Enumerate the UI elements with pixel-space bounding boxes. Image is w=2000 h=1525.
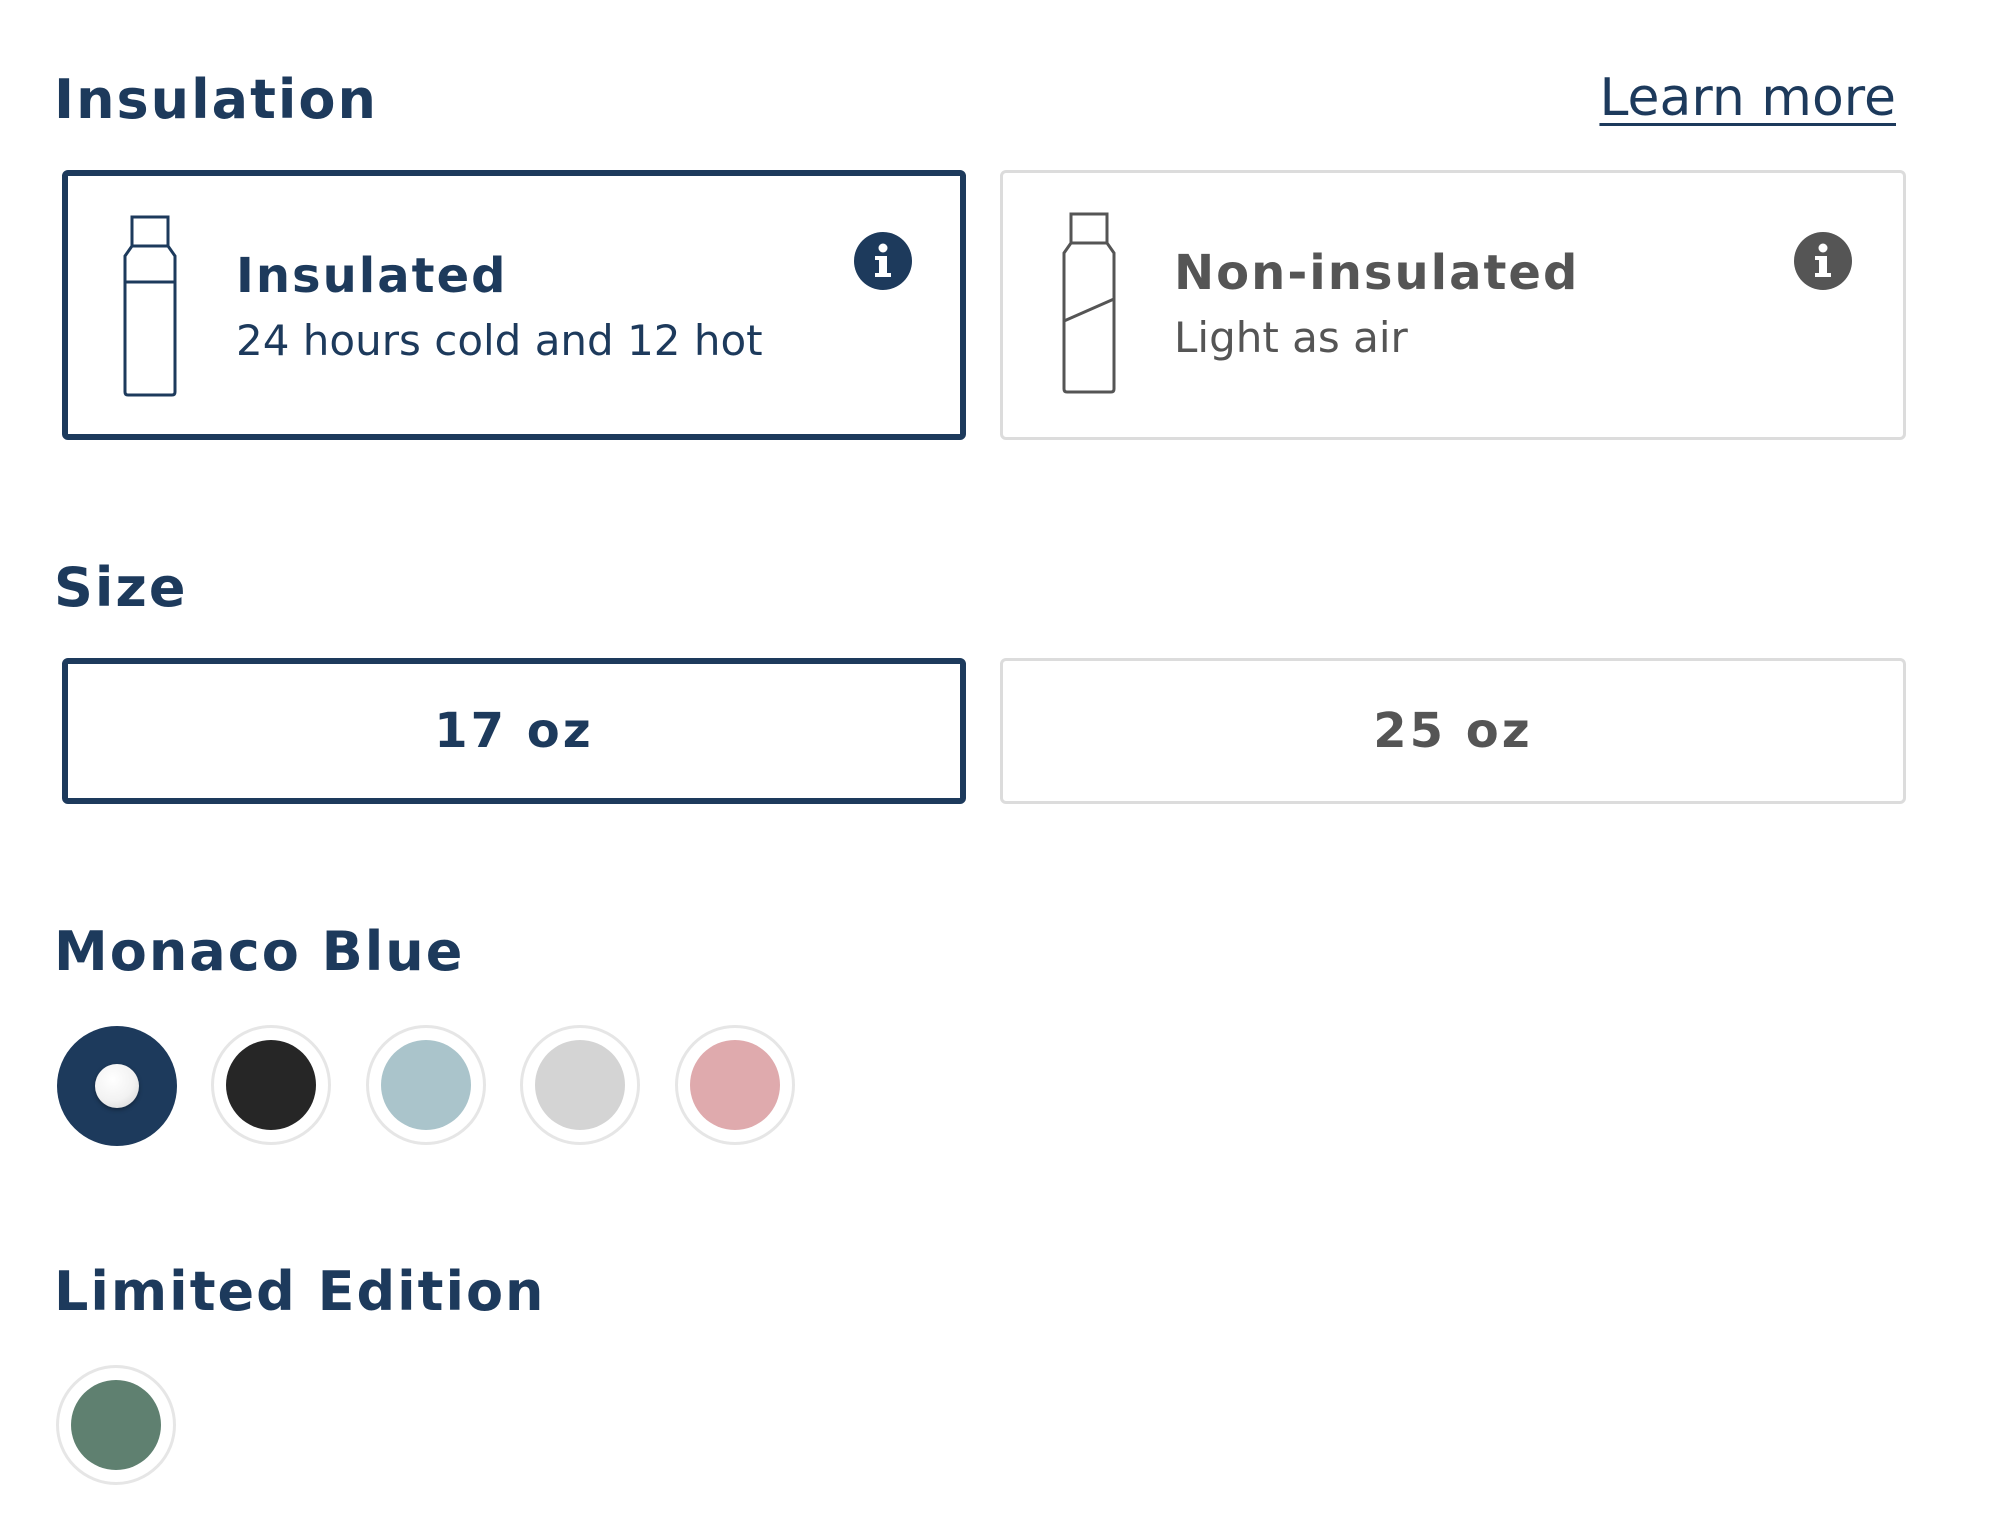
insulated-option-title: Insulated — [236, 248, 508, 304]
insulated-option[interactable]: Insulated 24 hours cold and 12 hot — [62, 170, 966, 440]
color-swatch-monaco-blue[interactable] — [57, 1026, 177, 1146]
size-title: Size — [54, 556, 188, 619]
color-swatch-light-gray[interactable] — [520, 1025, 640, 1145]
color-swatch-black[interactable] — [211, 1025, 331, 1145]
info-icon[interactable] — [854, 232, 912, 290]
swatch-fill — [71, 1380, 161, 1470]
insulated-option-subtitle: 24 hours cold and 12 hot — [236, 316, 763, 365]
swatch-fill — [381, 1040, 471, 1130]
info-icon[interactable] — [1794, 232, 1852, 290]
color-swatch-pink[interactable] — [675, 1025, 795, 1145]
non-insulated-option[interactable]: Non-insulated Light as air — [1000, 170, 1906, 440]
limited-edition-title: Limited Edition — [54, 1260, 546, 1323]
size-option-label: 17 oz — [434, 703, 594, 759]
swatch-fill — [226, 1040, 316, 1130]
swatch-fill — [535, 1040, 625, 1130]
size-option-17oz[interactable]: 17 oz — [62, 658, 966, 804]
insulation-title: Insulation — [54, 68, 378, 131]
bottle-non-insulated-icon — [1062, 212, 1116, 394]
size-option-25oz[interactable]: 25 oz — [1000, 658, 1906, 804]
size-option-label: 25 oz — [1373, 703, 1533, 759]
color-title: Monaco Blue — [54, 920, 465, 983]
color-swatch-light-blue[interactable] — [366, 1025, 486, 1145]
selected-indicator — [95, 1064, 139, 1108]
bottle-insulated-icon — [123, 215, 177, 397]
non-insulated-option-title: Non-insulated — [1174, 245, 1580, 301]
non-insulated-option-subtitle: Light as air — [1174, 313, 1408, 362]
color-swatch-green[interactable] — [56, 1365, 176, 1485]
learn-more-link[interactable]: Learn more — [1599, 68, 1896, 128]
swatch-fill — [690, 1040, 780, 1130]
